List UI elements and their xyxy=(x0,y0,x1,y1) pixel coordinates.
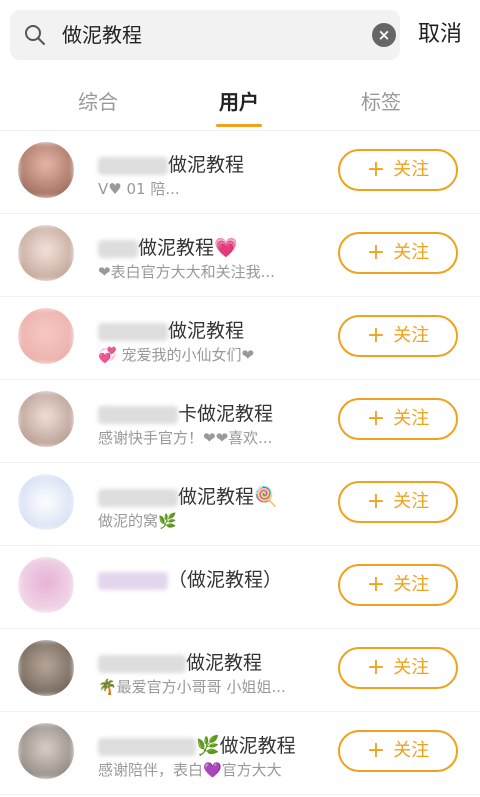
tab-all[interactable]: 综合 xyxy=(78,86,118,115)
avatar[interactable] xyxy=(18,142,74,198)
list-item[interactable]: 做泥教程💗 ❤表白官方大大和关注我... + 关注 xyxy=(0,213,480,297)
follow-button[interactable]: + 关注 xyxy=(338,647,458,689)
plus-icon: + xyxy=(366,240,386,265)
follow-button[interactable]: + 关注 xyxy=(338,564,458,606)
user-name: 卡做泥教程 xyxy=(178,403,274,425)
follow-button[interactable]: + 关注 xyxy=(338,730,458,772)
follow-button[interactable]: + 关注 xyxy=(338,315,458,357)
search-icon xyxy=(25,25,45,45)
plus-icon: + xyxy=(366,323,386,348)
follow-button[interactable]: + 关注 xyxy=(338,398,458,440)
blurred-name xyxy=(98,737,196,756)
blurred-name xyxy=(98,156,168,175)
user-name: 做泥教程 xyxy=(186,652,263,674)
search-box[interactable]: 做泥教程 × xyxy=(10,10,400,60)
user-name: 做泥教程💗 xyxy=(138,237,238,259)
user-description: 🌴最爱官方小哥哥 小姐姐... xyxy=(98,678,286,696)
blurred-name xyxy=(98,405,178,424)
blurred-name xyxy=(98,488,178,507)
user-name: 做泥教程 xyxy=(168,154,245,176)
avatar[interactable] xyxy=(18,640,74,696)
user-name: （做泥教程） xyxy=(168,569,283,591)
user-description: 做泥的窝🌿 xyxy=(98,512,177,530)
plus-icon: + xyxy=(366,572,386,597)
follow-button[interactable]: + 关注 xyxy=(338,232,458,274)
plus-icon: + xyxy=(366,157,386,182)
clear-icon[interactable]: × xyxy=(372,23,396,47)
blurred-name xyxy=(98,322,168,341)
follow-button[interactable]: + 关注 xyxy=(338,481,458,523)
user-description: V♥ 01 陪... xyxy=(98,180,180,198)
tab-bar: 综合 用户 标签 xyxy=(0,68,480,131)
avatar[interactable] xyxy=(18,308,74,364)
avatar[interactable] xyxy=(18,391,74,447)
search-input[interactable]: 做泥教程 xyxy=(62,10,142,60)
plus-icon: + xyxy=(366,406,386,431)
active-tab-indicator xyxy=(216,124,262,127)
user-description: 感谢陪伴，表白💜官方大大 xyxy=(98,761,282,779)
avatar[interactable] xyxy=(18,557,74,613)
follow-button[interactable]: + 关注 xyxy=(338,149,458,191)
list-item[interactable]: 做泥教程 💞 宠爱我的小仙女们❤ + 关注 xyxy=(0,296,480,380)
list-item[interactable]: 做泥教程 🌴最爱官方小哥哥 小姐姐... + 关注 xyxy=(0,628,480,712)
avatar[interactable] xyxy=(18,225,74,281)
avatar[interactable] xyxy=(18,723,74,779)
plus-icon: + xyxy=(366,489,386,514)
plus-icon: + xyxy=(366,738,386,763)
plus-icon: + xyxy=(366,655,386,680)
user-name: 🌿做泥教程 xyxy=(196,735,296,757)
blurred-name xyxy=(98,571,168,590)
list-item[interactable]: 做泥教程🍭 做泥的窝🌿 + 关注 xyxy=(0,462,480,546)
tab-users[interactable]: 用户 xyxy=(219,86,259,115)
top-bar: 做泥教程 × 取消 xyxy=(0,0,480,68)
user-description: 感谢快手官方！❤❤喜欢... xyxy=(98,429,273,447)
user-name: 做泥教程 xyxy=(168,320,245,342)
tab-tags[interactable]: 标签 xyxy=(361,86,401,115)
list-item[interactable]: 做泥教程 V♥ 01 陪... + 关注 xyxy=(0,130,480,214)
blurred-name xyxy=(98,654,186,673)
user-description: ❤表白官方大大和关注我... xyxy=(98,263,275,281)
list-item[interactable]: 卡做泥教程 感谢快手官方！❤❤喜欢... + 关注 xyxy=(0,379,480,463)
avatar[interactable] xyxy=(18,474,74,530)
user-description: 💞 宠爱我的小仙女们❤ xyxy=(98,346,255,364)
blurred-name xyxy=(98,239,138,258)
list-item[interactable]: （做泥教程） + 关注 xyxy=(0,545,480,629)
user-name: 做泥教程🍭 xyxy=(178,486,278,508)
list-item[interactable]: 🌿做泥教程 感谢陪伴，表白💜官方大大 + 关注 xyxy=(0,711,480,795)
cancel-button[interactable]: 取消 xyxy=(418,16,462,48)
